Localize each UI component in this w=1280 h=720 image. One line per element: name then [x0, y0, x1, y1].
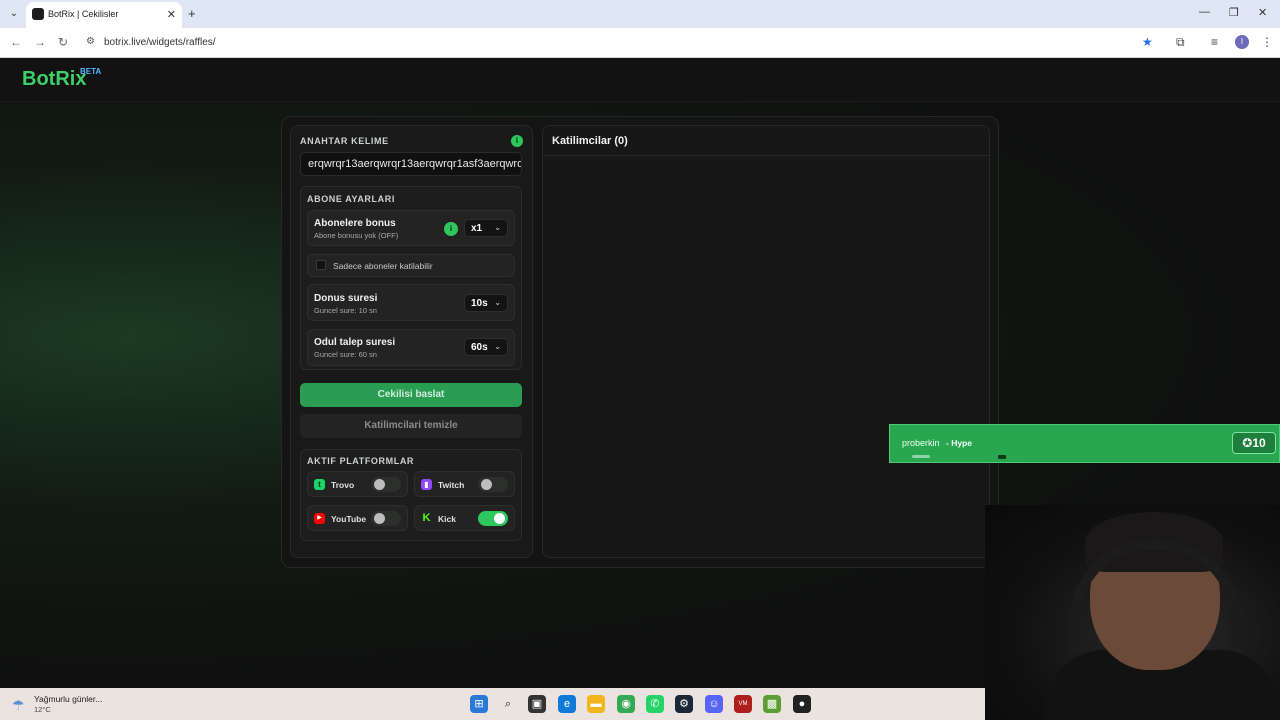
- platform-name: Trovo: [331, 480, 355, 490]
- reload-icon[interactable]: ↻: [58, 35, 68, 49]
- alert-username: proberkin: [902, 438, 940, 448]
- sub-bonus-subtitle: Abone bonusu yok (OFF): [314, 231, 399, 240]
- kick-icon: K: [422, 512, 431, 524]
- tab-close-icon[interactable]: ✕: [167, 8, 176, 21]
- platform-twitch: ▮ Twitch: [414, 471, 515, 497]
- platform-name: Twitch: [438, 480, 465, 490]
- platform-name: Kick: [438, 514, 456, 524]
- beta-badge: BETA: [80, 67, 102, 76]
- keyword-label: ANAHTAR KELIME: [300, 136, 389, 146]
- browser-menu-icon[interactable]: ⋮: [1261, 35, 1273, 49]
- sub-bonus-info-icon[interactable]: i: [444, 222, 458, 236]
- voicemod-icon[interactable]: VM: [734, 695, 752, 713]
- youtube-toggle[interactable]: [371, 511, 401, 526]
- platform-trovo: t Trovo: [307, 471, 408, 497]
- participants-title: Katilimcilar (0): [552, 135, 628, 147]
- weather-temp: 12°C: [34, 705, 51, 714]
- windows-start-icon[interactable]: ⊞: [470, 695, 488, 713]
- search-icon[interactable]: ⌕: [499, 695, 517, 713]
- countdown-title: Donus suresi: [314, 293, 378, 304]
- chevron-down-icon: ⌄: [494, 342, 501, 351]
- trovo-toggle[interactable]: [371, 477, 401, 492]
- steam-icon[interactable]: ⚙: [675, 695, 693, 713]
- countdown-value: 10s: [471, 298, 488, 309]
- subs-only-checkbox[interactable]: [316, 260, 326, 270]
- whatsapp-icon[interactable]: ✆: [646, 695, 664, 713]
- countdown-subtitle: Guncel sure: 10 sn: [314, 306, 377, 315]
- tab-search-icon[interactable]: ⌄: [6, 7, 22, 21]
- windows-taskbar: [0, 688, 985, 720]
- site-info-icon[interactable]: ⚙: [86, 36, 98, 48]
- extensions-icon[interactable]: ⧉: [1176, 35, 1185, 50]
- keyword-info-icon[interactable]: i: [511, 135, 523, 147]
- discord-icon[interactable]: ☺: [705, 695, 723, 713]
- coin-icon: ✪: [1242, 436, 1253, 450]
- claim-time-title: Odul talep suresi: [314, 337, 396, 348]
- clear-participants-button[interactable]: Katilimcilari temizle: [300, 414, 522, 438]
- sub-bonus-title: Abonelere bonus: [314, 218, 396, 229]
- platform-youtube: ▶ YouTube: [307, 505, 408, 531]
- forward-icon[interactable]: →: [34, 35, 46, 49]
- claim-time-subtitle: Guncel sure: 60 sn: [314, 350, 377, 359]
- start-raffle-button[interactable]: Cekilisi baslat: [300, 383, 522, 407]
- restore-icon[interactable]: ❐: [1229, 6, 1239, 19]
- kick-toggle[interactable]: [478, 511, 508, 526]
- file-explorer-icon[interactable]: ▬: [587, 695, 605, 713]
- url-field[interactable]: botrix.live/widgets/raffles/: [104, 37, 216, 48]
- botrix-logo[interactable]: BotRix: [22, 68, 86, 91]
- chrome-icon[interactable]: ◉: [617, 695, 635, 713]
- claim-time-value: 60s: [471, 342, 488, 353]
- address-bar: ← → ↻ ⚙ botrix.live/widgets/raffles/ ★ ⧉…: [0, 28, 1280, 58]
- browser-tab-bar: ⌄ BotRix | Cekilisler ✕ + — ❐ ✕: [0, 0, 1280, 28]
- platforms-label: AKTIF PLATFORMLAR: [307, 456, 415, 466]
- subs-only-label[interactable]: Sadece aboneler katilabilir: [333, 261, 433, 271]
- subscriber-settings-label: ABONE AYARLARI: [307, 194, 395, 204]
- keyword-input[interactable]: erqwrqr13aerqwrqr13aerqwrqr1asf3aerqwrqr: [300, 152, 522, 176]
- browser-tab[interactable]: BotRix | Cekilisler ✕: [26, 2, 182, 28]
- task-view-icon[interactable]: ▣: [528, 695, 546, 713]
- sub-bonus-value: x1: [471, 223, 483, 234]
- window-close-icon[interactable]: ✕: [1258, 6, 1267, 19]
- profile-avatar[interactable]: I: [1235, 35, 1249, 49]
- alert-event: - Hype: [946, 438, 972, 448]
- bookmark-star-icon[interactable]: ★: [1142, 35, 1153, 49]
- countdown-select[interactable]: 10s ⌄: [464, 294, 508, 312]
- twitch-icon: ▮: [421, 479, 432, 490]
- claim-time-select[interactable]: 60s ⌄: [464, 338, 508, 356]
- tab-favicon-icon: [32, 8, 44, 20]
- edge-icon[interactable]: e: [558, 695, 576, 713]
- new-tab-button[interactable]: +: [188, 6, 196, 21]
- sub-bonus-select[interactable]: x1 ⌄: [464, 219, 508, 237]
- obs-icon[interactable]: ●: [793, 695, 811, 713]
- alert-amount-badge: ✪10: [1232, 432, 1276, 454]
- participants-panel: [542, 125, 990, 558]
- alert-marker: [998, 455, 1006, 459]
- alert-progress-bar: [912, 455, 930, 458]
- weather-title[interactable]: Yağmurlu günler...: [34, 694, 102, 704]
- minecraft-icon[interactable]: ▩: [763, 695, 781, 713]
- platform-kick: K Kick: [414, 505, 515, 531]
- platform-name: YouTube: [331, 514, 367, 524]
- chevron-down-icon: ⌄: [494, 223, 501, 232]
- weather-rain-icon[interactable]: ☂: [12, 697, 25, 714]
- alert-amount: 10: [1252, 436, 1266, 450]
- twitch-toggle[interactable]: [478, 477, 508, 492]
- back-icon[interactable]: ←: [10, 35, 22, 49]
- youtube-icon: ▶: [314, 513, 325, 524]
- minimize-icon[interactable]: —: [1199, 6, 1210, 18]
- reading-list-icon[interactable]: ≡: [1211, 35, 1218, 49]
- chevron-down-icon: ⌄: [494, 298, 501, 307]
- participants-divider: [543, 155, 989, 156]
- app-header: BotRix BETA: [0, 58, 1280, 102]
- trovo-icon: t: [314, 479, 325, 490]
- tab-title: BotRix | Cekilisler: [48, 9, 119, 19]
